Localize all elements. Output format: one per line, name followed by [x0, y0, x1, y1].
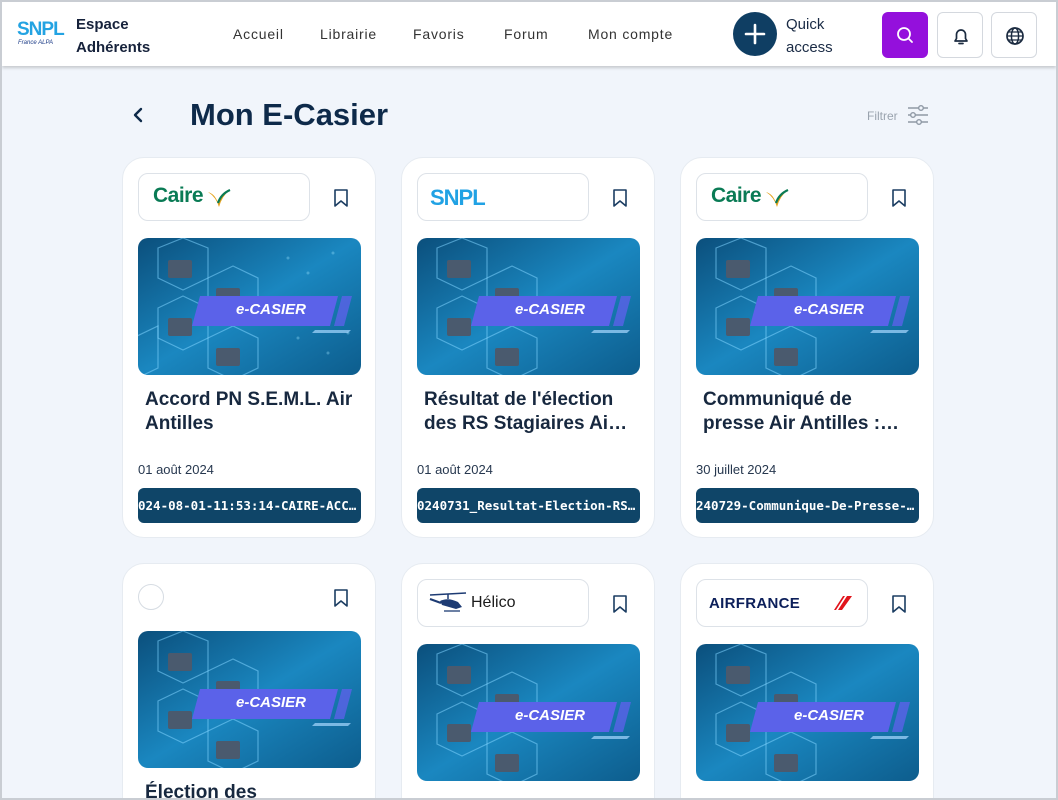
globe-icon: [1006, 27, 1024, 45]
ecasier-thumbnail: e-CASIER: [417, 238, 640, 375]
airfrance-logo: AIRFRANCE: [709, 595, 801, 612]
card-title[interactable]: Accord PN S.E.M.L. Air Antilles: [145, 388, 355, 436]
quick-access-button[interactable]: [733, 12, 777, 56]
thumbnail-label: e-CASIER: [793, 707, 864, 724]
ecasier-thumbnail: e-CASIER: [138, 631, 361, 768]
file-attachment-chip[interactable]: 024-08-01-11:53:14-CAIRE-ACCORD-PN: [138, 488, 361, 523]
helico-logo-text: Hélico: [471, 594, 516, 611]
notifications-button[interactable]: [937, 12, 983, 58]
page-title: Mon E-Casier: [190, 97, 389, 132]
card-date: 01 août 2024: [138, 462, 214, 477]
filter-label[interactable]: Filtrer: [867, 109, 898, 123]
language-button[interactable]: [991, 12, 1037, 58]
thumbnail-label: e-CASIER: [235, 301, 306, 318]
nav-librairie[interactable]: Librairie: [320, 26, 377, 42]
file-attachment-chip[interactable]: 0240731_Resultat-Election-RS-Stagiaires: [417, 488, 640, 523]
document-card[interactable]: e-CASIER Élection des: [122, 563, 376, 798]
file-attachment-chip[interactable]: 240729-Communique-De-Presse-Air-Antilles: [696, 488, 919, 523]
brand-logo-box: AIRFRANCE: [696, 579, 868, 627]
nav-accueil[interactable]: Accueil: [233, 26, 284, 42]
card-title[interactable]: Résultat de l'élection des RS Stagiaires…: [424, 388, 634, 436]
search-icon: [897, 27, 913, 43]
brand-logo-box: Caire: [696, 173, 868, 221]
caire-swoosh-icon: [208, 188, 231, 207]
airfrance-stripe-icon: [834, 596, 852, 610]
thumbnail-label: e-CASIER: [235, 694, 306, 711]
document-card[interactable]: Hélico e-CASIER: [401, 563, 655, 798]
brand-logo-box: Caire: [138, 173, 310, 221]
app-frame: SNPL France ALPA Espace Adhérents Accuei…: [2, 2, 1056, 798]
helicopter-icon: [429, 592, 467, 612]
document-card[interactable]: SNPL e-CASIER Résultat de l'élection des…: [401, 157, 655, 538]
bookmark-icon[interactable]: [333, 588, 349, 608]
ecasier-thumbnail: e-CASIER: [138, 238, 361, 375]
caire-swoosh-icon: [766, 188, 789, 207]
card-date: 01 août 2024: [417, 462, 493, 477]
snpl-logo: SNPL: [430, 185, 486, 210]
scrollbar[interactable]: [1050, 2, 1056, 798]
snpl-logo[interactable]: SNPL France ALPA: [15, 19, 65, 51]
ecasier-thumbnail: e-CASIER: [696, 238, 919, 375]
search-button[interactable]: [882, 12, 928, 58]
thumbnail-label: e-CASIER: [793, 301, 864, 318]
thumbnail-label: e-CASIER: [514, 707, 585, 724]
back-arrow-icon[interactable]: [130, 105, 146, 125]
filter-sliders-icon[interactable]: [906, 103, 930, 127]
nav-mon-compte[interactable]: Mon compte: [588, 26, 673, 42]
bookmark-icon[interactable]: [612, 594, 628, 614]
thumbnail-label: e-CASIER: [514, 301, 585, 318]
caire-logo: Caire: [711, 184, 762, 207]
document-card[interactable]: Caire: [680, 157, 934, 538]
document-card[interactable]: Caire: [122, 157, 376, 538]
quick-access-label[interactable]: Quick access: [786, 13, 846, 59]
card-title[interactable]: Élection des: [145, 781, 355, 798]
top-bar: SNPL France ALPA Espace Adhérents Accuei…: [2, 2, 1056, 66]
brand-logo-box: SNPL: [417, 173, 589, 221]
bookmark-icon[interactable]: [333, 188, 349, 208]
card-date: 30 juillet 2024: [696, 462, 777, 477]
brand-logo-box: Hélico: [417, 579, 589, 627]
logo-subtext: France ALPA: [18, 40, 54, 46]
document-card[interactable]: AIRFRANCE e-CASIER: [680, 563, 934, 798]
site-title: Espace Adhérents: [76, 16, 151, 56]
bell-icon: [954, 29, 968, 45]
brand-placeholder-circle: [138, 584, 164, 610]
ecasier-thumbnail: e-CASIER: [417, 644, 640, 781]
plus-icon: [744, 23, 766, 45]
ecasier-thumbnail: e-CASIER: [696, 644, 919, 781]
bookmark-icon[interactable]: [891, 188, 907, 208]
bookmark-icon[interactable]: [612, 188, 628, 208]
bookmark-icon[interactable]: [891, 594, 907, 614]
logo-text: SNPL: [17, 19, 65, 40]
nav-forum[interactable]: Forum: [504, 26, 548, 42]
nav-favoris[interactable]: Favoris: [413, 26, 465, 42]
card-title[interactable]: Communiqué de presse Air Antilles : suit…: [703, 388, 913, 436]
caire-logo: Caire: [153, 184, 204, 207]
